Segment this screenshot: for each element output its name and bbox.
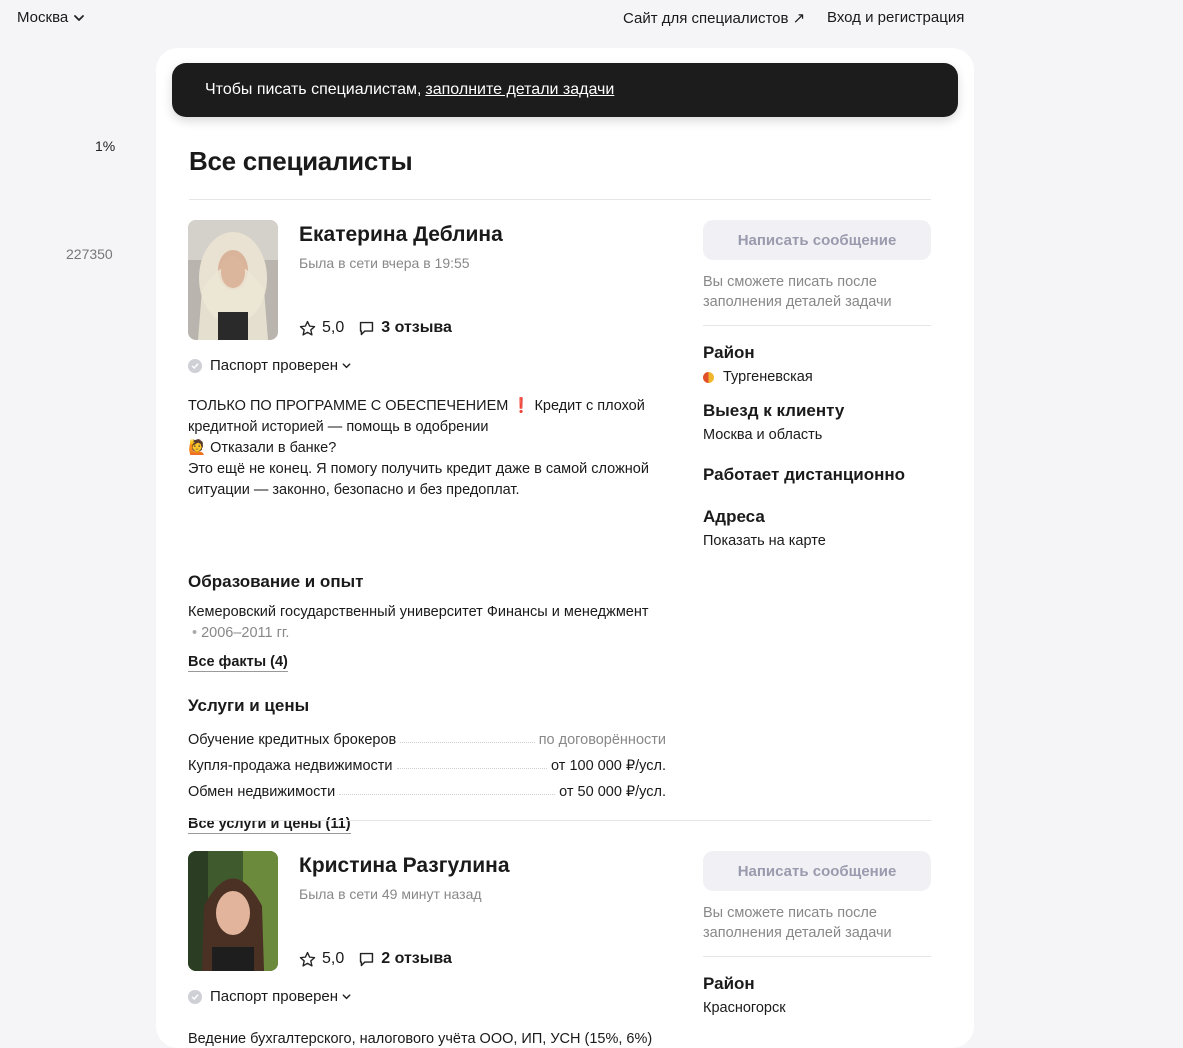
- divider: [189, 199, 931, 200]
- avatar-photo: [188, 220, 278, 340]
- passport-label: Паспорт проверен: [210, 357, 339, 374]
- education-years: 2006–2011 гг.: [201, 625, 290, 641]
- district-title: Район: [703, 974, 755, 993]
- desc-line2: Отказали в банке?: [210, 440, 337, 456]
- specialist-name[interactable]: Кристина Разгулина: [299, 854, 510, 878]
- service-row[interactable]: Обмен недвижимости от 50 000 ₽/усл.: [188, 776, 666, 800]
- specialist-name[interactable]: Екатерина Деблина: [299, 223, 503, 247]
- district-title: Район: [703, 343, 755, 362]
- specialist-description: ТОЛЬКО ПО ПРОГРАММЕ С ОБЕСПЕЧЕНИЕМ ❗ Кре…: [188, 396, 668, 501]
- reviews-link[interactable]: 3 отзыва: [381, 319, 452, 337]
- message-hint: Вы сможете писать после заполнения детал…: [703, 905, 892, 941]
- comment-icon: [360, 321, 374, 335]
- message-hint: Вы сможете писать после заполнения детал…: [703, 274, 892, 310]
- desc-line1-a: ТОЛЬКО ПО ПРОГРАММЕ С ОБЕСПЕЧЕНИЕМ: [188, 398, 509, 414]
- divider: [189, 820, 931, 821]
- education-text: Кемеровский государственный университет …: [188, 604, 649, 620]
- side-count: 227350: [66, 246, 113, 262]
- service-price: по договорённости: [538, 732, 666, 748]
- show-on-map-link[interactable]: Показать на карте: [703, 533, 931, 549]
- divider: [703, 956, 931, 957]
- rating-row: 5,0 2 отзыва: [299, 950, 452, 968]
- top-bar: Москва Сайт для специалистов ↗ Вход и ре…: [0, 0, 1183, 36]
- rating-value: 5,0: [322, 319, 345, 336]
- raised-hand-icon: 🙋: [188, 440, 207, 456]
- online-status: Была в сети 49 минут назад: [299, 886, 482, 902]
- exclamation-icon: ❗: [512, 398, 531, 414]
- service-price: от 50 000 ₽/усл.: [559, 784, 666, 800]
- star-icon: [299, 320, 316, 336]
- desc-line3: Это ещё не конец. Я помогу получить кред…: [188, 461, 649, 498]
- specialist-sidebar: Написать сообщение Вы сможете писать пос…: [703, 220, 931, 549]
- check-icon: [188, 358, 202, 373]
- city-label: Москва: [17, 9, 69, 26]
- services-title: Услуги и цены: [188, 696, 310, 715]
- service-name: Обмен недвижимости: [188, 784, 336, 800]
- education-title: Образование и опыт: [188, 572, 364, 591]
- remote-title: Работает дистанционно: [703, 465, 906, 484]
- login-link[interactable]: Вход и регистрация: [827, 9, 964, 26]
- all-facts-link[interactable]: Все факты (4): [188, 654, 288, 672]
- education-item: Кемеровский государственный университет …: [188, 604, 649, 641]
- online-status: Была в сети вчера в 19:55: [299, 255, 470, 271]
- visit-title: Выезд к клиенту: [703, 401, 845, 420]
- specialist-sidebar: Написать сообщение Вы сможете писать пос…: [703, 851, 931, 1016]
- star-icon: [299, 951, 316, 967]
- write-message-button[interactable]: Написать сообщение: [703, 851, 931, 891]
- passport-label: Паспорт проверен: [210, 988, 339, 1005]
- addresses-title: Адреса: [703, 507, 765, 526]
- rating-value: 5,0: [322, 950, 345, 967]
- service-name: Купля-продажа недвижимости: [188, 758, 393, 774]
- city-selector[interactable]: Москва: [17, 9, 86, 26]
- task-banner: Чтобы писать специалистам, заполните дет…: [172, 63, 958, 117]
- service-price: от 100 000 ₽/усл.: [551, 758, 666, 774]
- service-name: Обучение кредитных брокеров: [188, 732, 397, 748]
- passport-verified[interactable]: Паспорт проверен: [188, 357, 352, 374]
- avatar-photo: [188, 851, 278, 971]
- metro-icon: [703, 371, 714, 383]
- avatar[interactable]: [188, 851, 278, 971]
- visit-value: Москва и область: [703, 427, 823, 443]
- check-icon: [188, 989, 202, 1004]
- specialists-card: Чтобы писать специалистам, заполните дет…: [156, 48, 974, 1048]
- rating-row: 5,0 3 отзыва: [299, 319, 452, 337]
- specialist-description: Ведение бухгалтерского, налогового учёта…: [188, 1031, 653, 1047]
- chevron-down-icon: [342, 994, 351, 1000]
- write-message-button[interactable]: Написать сообщение: [703, 220, 931, 260]
- passport-verified[interactable]: Паспорт проверен: [188, 988, 352, 1005]
- specialist-card: Кристина Разгулина Была в сети 49 минут …: [188, 851, 932, 1048]
- fill-task-details-link[interactable]: заполните детали задачи: [425, 81, 614, 99]
- all-services-link[interactable]: Все услуги и цены (11): [188, 816, 351, 834]
- service-row[interactable]: Купля-продажа недвижимости от 100 000 ₽/у…: [188, 750, 666, 774]
- avatar[interactable]: [188, 220, 278, 340]
- comment-icon: [360, 952, 374, 966]
- district-name: Тургеневская: [723, 369, 813, 385]
- specialist-card: Екатерина Деблина Была в сети вчера в 19…: [188, 220, 932, 834]
- district-value: Тургеневская: [703, 369, 931, 385]
- service-row[interactable]: Обучение кредитных брокеров по договорённ…: [188, 724, 666, 748]
- reviews-link[interactable]: 2 отзыва: [381, 950, 452, 968]
- page-title: Все специалисты: [189, 146, 413, 176]
- side-percent: 1%: [95, 138, 116, 154]
- chevron-down-icon: [74, 14, 85, 21]
- district-value: Красногорск: [703, 1000, 786, 1016]
- divider: [703, 325, 931, 326]
- banner-text: Чтобы писать специалистам,: [205, 81, 422, 98]
- chevron-down-icon: [342, 363, 351, 369]
